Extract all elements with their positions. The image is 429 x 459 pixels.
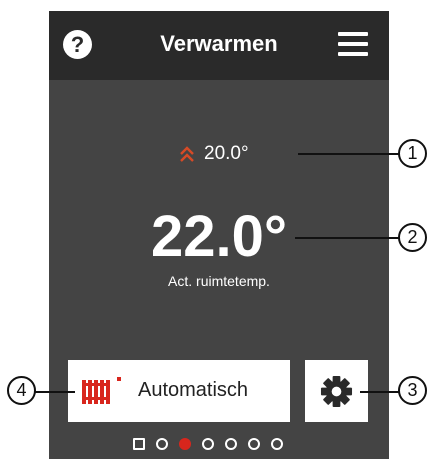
callout-3: 3 bbox=[398, 376, 427, 405]
gear-icon bbox=[320, 375, 353, 408]
mode-button[interactable]: Automatisch bbox=[68, 360, 290, 422]
callout-4: 4 bbox=[7, 376, 36, 405]
callout-leader-line bbox=[360, 391, 400, 393]
setpoint-value: 20.0° bbox=[204, 143, 249, 164]
room-temperature-label: Act. ruimtetemp. bbox=[168, 273, 270, 289]
double-chevron-up-icon bbox=[180, 146, 194, 162]
page-title: Verwarmen bbox=[160, 31, 278, 56]
page-dot[interactable] bbox=[156, 438, 168, 450]
menu-line bbox=[338, 52, 368, 56]
radiator-icon bbox=[82, 377, 121, 404]
callout-2: 2 bbox=[398, 223, 427, 252]
setpoint-display[interactable]: 20.0° bbox=[179, 142, 249, 166]
callout-leader-line bbox=[35, 391, 75, 393]
page-dot[interactable] bbox=[225, 438, 237, 450]
callout-leader-line bbox=[298, 153, 400, 155]
settings-button[interactable] bbox=[305, 360, 368, 422]
menu-line bbox=[338, 32, 368, 36]
page-dot-active[interactable] bbox=[179, 438, 191, 450]
page-indicator bbox=[133, 438, 308, 450]
page-dot[interactable] bbox=[202, 438, 214, 450]
page-dot[interactable] bbox=[271, 438, 283, 450]
menu-line bbox=[338, 42, 368, 46]
header-bar: ? Verwarmen bbox=[49, 11, 389, 80]
page-dot[interactable] bbox=[248, 438, 260, 450]
callout-leader-line bbox=[295, 237, 400, 239]
hamburger-menu-icon[interactable] bbox=[338, 32, 368, 56]
page-dot[interactable] bbox=[133, 438, 145, 450]
mode-label: Automatisch bbox=[138, 379, 249, 401]
thermostat-screen: ? Verwarmen 20.0° 22.0° Act. ruimtetemp. bbox=[49, 11, 389, 459]
callout-1: 1 bbox=[398, 139, 427, 168]
help-icon[interactable]: ? bbox=[63, 30, 92, 59]
